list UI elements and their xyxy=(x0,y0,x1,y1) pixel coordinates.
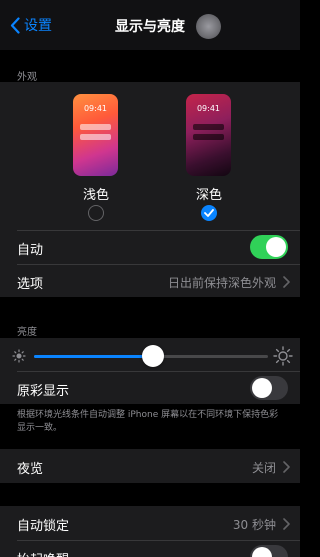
brightness-slider-fill xyxy=(34,355,154,358)
assistive-touch-button[interactable] xyxy=(196,14,221,39)
preview-widget xyxy=(80,124,111,130)
sun-large-icon xyxy=(273,346,293,366)
true-tone-label: 原彩显示 xyxy=(17,384,70,399)
preview-time: 09:41 xyxy=(83,104,108,113)
raise-to-wake-row: 抬起唤醒 xyxy=(0,541,300,557)
light-mode-preview[interactable]: 09:41 xyxy=(73,94,118,176)
navigation-bar: 设置 显示与亮度 xyxy=(0,0,300,50)
dark-mode-radio[interactable] xyxy=(201,205,217,221)
sun-small-icon xyxy=(12,349,26,363)
toggle-knob xyxy=(266,237,286,257)
dark-mode-preview[interactable]: 09:41 xyxy=(186,94,231,176)
night-shift-value: 关闭 xyxy=(251,461,276,475)
raise-to-wake-label: 抬起唤醒 xyxy=(17,549,69,557)
night-shift-row[interactable]: 夜览 关闭 xyxy=(0,450,300,483)
options-row[interactable]: 选项 日出前保持深色外观 xyxy=(0,265,300,298)
auto-lock-value: 30 秒钟 xyxy=(232,518,276,532)
toggle-knob xyxy=(252,378,272,398)
automatic-toggle[interactable] xyxy=(250,235,288,259)
light-mode-radio[interactable] xyxy=(88,205,104,221)
chevron-right-icon xyxy=(283,276,290,288)
auto-lock-row[interactable]: 自动锁定 30 秒钟 xyxy=(0,507,300,540)
preview-time: 09:41 xyxy=(196,104,221,113)
auto-lock-label: 自动锁定 xyxy=(17,519,70,534)
toggle-knob xyxy=(252,547,272,557)
checkmark-icon xyxy=(204,209,214,217)
night-shift-label: 夜览 xyxy=(17,462,44,477)
raise-to-wake-toggle[interactable] xyxy=(250,545,288,557)
page-title: 显示与亮度 xyxy=(115,19,185,35)
true-tone-footnote: 根据环境光线条件自动调整 iPhone 屏幕以在不同环境下保持色彩显示一致。 xyxy=(17,410,279,433)
automatic-label: 自动 xyxy=(17,243,44,258)
options-value: 日出前保持深色外观 xyxy=(167,276,276,290)
chevron-right-icon xyxy=(283,518,290,530)
preview-widget xyxy=(80,134,111,140)
true-tone-row: 原彩显示 xyxy=(0,372,300,405)
dark-mode-label: 深色 xyxy=(195,188,222,203)
brightness-section-header: 亮度 xyxy=(17,327,37,338)
appearance-section-header: 外观 xyxy=(17,72,37,83)
chevron-right-icon xyxy=(283,461,290,473)
preview-widget xyxy=(193,134,224,140)
options-label: 选项 xyxy=(17,277,44,292)
true-tone-toggle[interactable] xyxy=(250,376,288,400)
light-mode-label: 浅色 xyxy=(82,188,109,203)
preview-widget xyxy=(193,124,224,130)
automatic-row: 自动 xyxy=(0,231,300,264)
